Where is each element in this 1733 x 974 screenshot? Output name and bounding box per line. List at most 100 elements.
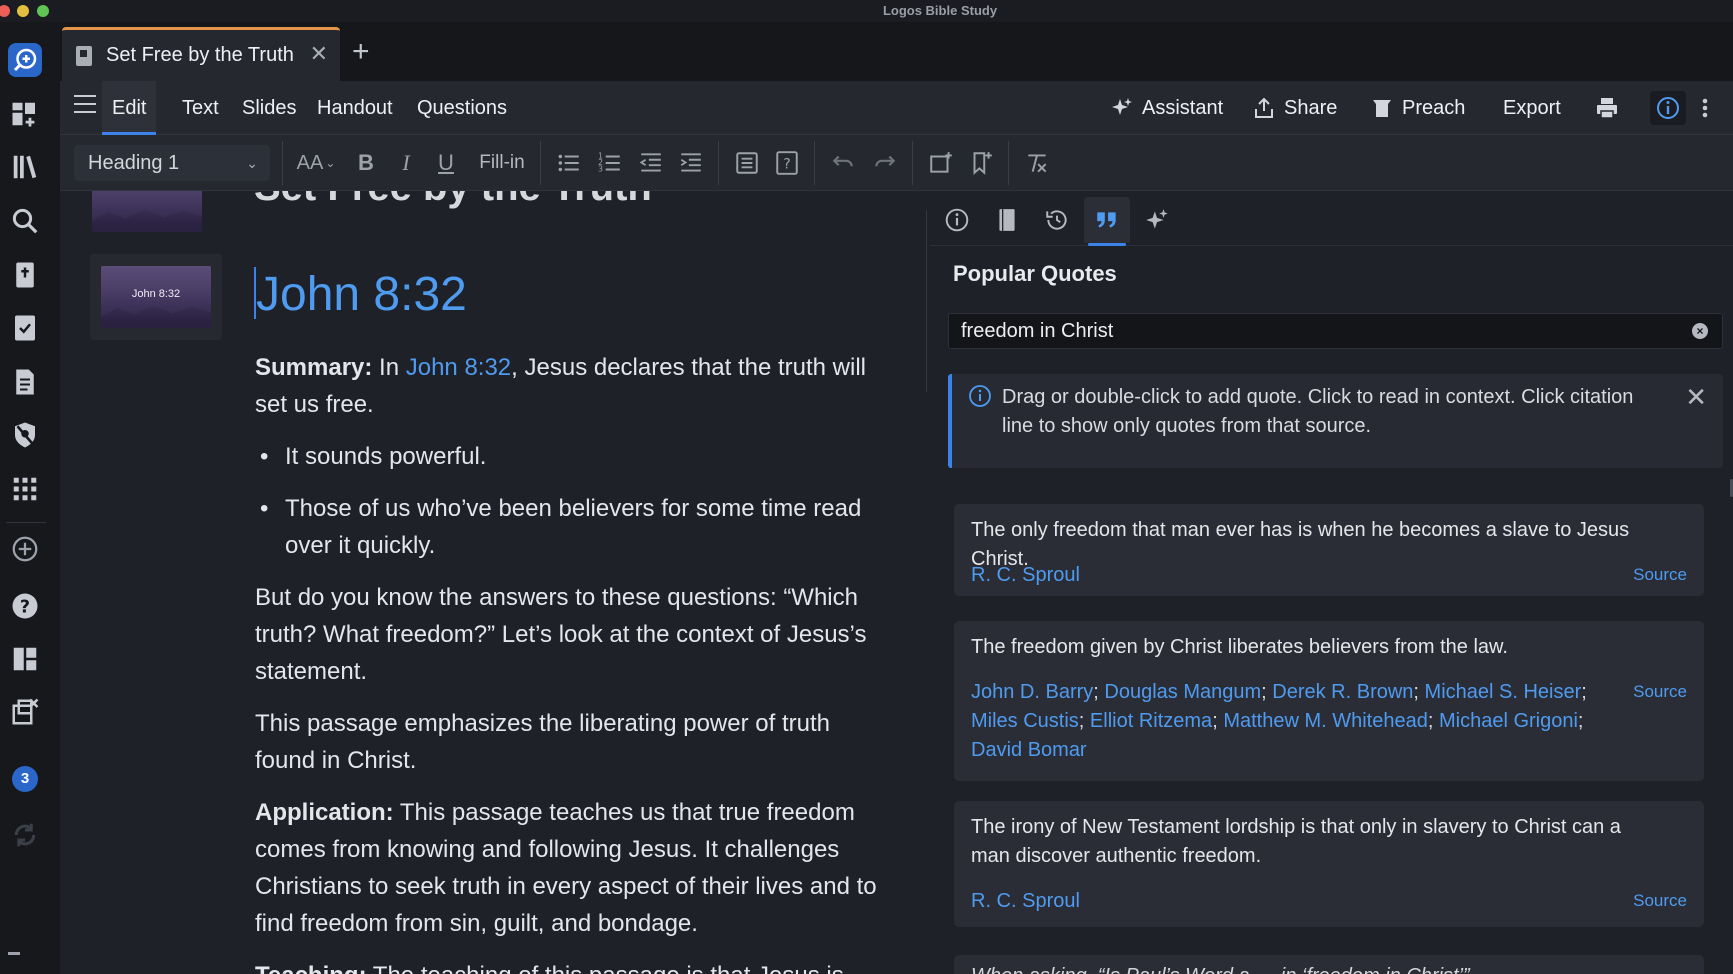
author-link[interactable]: Elliot Ritzema (1090, 710, 1212, 732)
export-label: Export (1503, 96, 1561, 119)
menu-text[interactable]: Text (182, 81, 219, 135)
quote-card[interactable]: The irony of New Testament lordship is t… (954, 801, 1704, 927)
source-link[interactable]: Source (1633, 565, 1687, 585)
rail-sync-button[interactable] (8, 818, 42, 852)
rail-close-panels-button[interactable] (8, 695, 42, 729)
new-tab-button[interactable]: + (352, 37, 370, 67)
assistant-button[interactable]: Assistant (1110, 81, 1223, 135)
author-link[interactable]: R. C. Sproul (971, 890, 1080, 912)
insert-slide-button[interactable] (926, 148, 956, 178)
source-link[interactable]: Source (1633, 891, 1687, 911)
more-options-button[interactable] (1700, 81, 1710, 135)
redo-icon (875, 155, 896, 167)
slide-thumbnail-title[interactable] (92, 191, 202, 232)
outdent-button[interactable] (636, 148, 666, 178)
author-link[interactable]: Derek R. Brown (1272, 681, 1413, 703)
italic-button[interactable]: I (392, 148, 420, 178)
undo-button[interactable] (828, 148, 858, 178)
rail-hide-button[interactable] (8, 418, 42, 452)
tab-assistant[interactable] (1134, 197, 1180, 243)
author-link[interactable]: Michael Grigoni (1439, 710, 1578, 732)
numbered-list-icon: 123 (598, 152, 620, 174)
author-link[interactable]: Douglas Mangum (1104, 681, 1261, 703)
clear-search-icon[interactable]: × (1692, 323, 1708, 339)
rail-layouts-button[interactable] (8, 642, 42, 676)
body-paragraph: This passage emphasizes the liberating p… (255, 710, 830, 774)
tab-set-free-by-the-truth[interactable]: Set Free by the Truth ✕ (62, 27, 340, 81)
numbered-list-button[interactable]: 123 (595, 148, 625, 178)
bold-icon: B (358, 150, 374, 175)
list-item: It sounds powerful. (255, 438, 895, 475)
underline-button[interactable]: U (432, 148, 460, 178)
quote-authors: R. C. Sproul (971, 887, 1571, 916)
panel-splitter[interactable] (926, 210, 927, 392)
add-bookmark-button[interactable] (966, 148, 996, 178)
question-box-icon: ? (776, 151, 798, 175)
author-link[interactable]: R. C. Sproul (971, 564, 1080, 586)
redo-button[interactable] (870, 148, 900, 178)
source-link[interactable]: Source (1633, 682, 1687, 702)
print-button[interactable] (1595, 81, 1627, 135)
menu-questions[interactable]: Questions (417, 81, 507, 135)
tab-popular-quotes[interactable] (1084, 197, 1130, 246)
scripture-link[interactable]: John 8:32 (406, 354, 511, 381)
tab-history[interactable] (1034, 197, 1080, 243)
menu-edit[interactable]: Edit (102, 81, 157, 135)
author-link[interactable]: Matthew M. Whitehead (1223, 710, 1428, 732)
fill-in-button[interactable]: Fill-in (474, 148, 530, 178)
rail-search-plus-button[interactable] (8, 43, 42, 77)
rail-bible-button[interactable] (8, 258, 42, 292)
rail-help-button[interactable]: ? (8, 589, 42, 623)
print-icon (1597, 98, 1617, 119)
rail-library-button[interactable] (8, 150, 42, 184)
paragraph-style-select[interactable]: Heading 1 ⌄ (74, 145, 270, 181)
rail-apps-button[interactable] (8, 472, 42, 506)
menu-handout[interactable]: Handout (317, 81, 393, 135)
author-link[interactable]: Michael S. Heiser (1425, 681, 1582, 703)
export-button[interactable]: Export (1503, 81, 1561, 135)
preach-button[interactable]: Preach (1370, 81, 1465, 135)
body-paragraph: But do you know the answers to these que… (255, 584, 867, 685)
rail-documents-button[interactable] (8, 365, 42, 399)
tab-info[interactable] (934, 197, 980, 243)
svg-text:3: 3 (598, 165, 603, 174)
quote-text[interactable]: The freedom given by Christ liberates be… (971, 633, 1661, 662)
share-button[interactable]: Share (1252, 81, 1337, 135)
author-link[interactable]: John D. Barry (971, 681, 1093, 703)
question-block-button[interactable]: ? (772, 148, 802, 178)
block-style-button[interactable] (732, 148, 762, 178)
quote-card[interactable]: When asking, “Is Paul’s Word a … in ‘fre… (954, 955, 1704, 974)
quote-text[interactable]: When asking, “Is Paul’s Word a … in ‘fre… (971, 965, 1470, 974)
close-tab-button[interactable]: ✕ (310, 41, 328, 67)
author-link[interactable]: David Bomar (971, 739, 1087, 761)
heading-scripture-reference[interactable]: John 8:32 (256, 267, 467, 322)
bullet-list-button[interactable] (554, 148, 584, 178)
search-icon (12, 208, 38, 234)
rail-notifications-badge[interactable]: 3 (8, 762, 42, 796)
indent-button[interactable] (676, 148, 706, 178)
right-panel: Popular Quotes freedom in Christ × Drag … (930, 191, 1733, 974)
quote-search-input[interactable]: freedom in Christ × (948, 313, 1723, 349)
menu-bar: Edit Text Slides Handout Questions Assis… (60, 81, 1733, 135)
tab-resources[interactable] (984, 197, 1030, 243)
rail-checklist-button[interactable] (8, 311, 42, 345)
toolbar-divider (540, 141, 541, 185)
quote-card[interactable]: The only freedom that man ever has is wh… (954, 504, 1704, 596)
dismiss-notice-button[interactable]: ✕ (1685, 384, 1707, 410)
quote-card[interactable]: The freedom given by Christ liberates be… (954, 621, 1704, 781)
bold-button[interactable]: B (352, 148, 380, 178)
info-panel-toggle[interactable] (1650, 91, 1686, 125)
clear-formatting-button[interactable] (1022, 148, 1052, 178)
rail-add-button[interactable] (8, 532, 42, 566)
sparkle-icon (1146, 209, 1168, 229)
author-link[interactable]: Miles Custis (971, 710, 1079, 732)
summary-pre: In (372, 354, 406, 381)
hamburger-menu-icon[interactable] (74, 95, 96, 115)
font-size-button[interactable]: AA ⌄ (294, 148, 338, 178)
quote-text[interactable]: The irony of New Testament lordship is t… (971, 813, 1661, 871)
sermon-editor[interactable]: Set Free by the Truth John 8:32 John 8:3… (60, 191, 930, 974)
menu-slides[interactable]: Slides (242, 81, 296, 135)
slide-thumbnail-john-8-32[interactable]: John 8:32 (101, 266, 211, 328)
rail-dashboard-button[interactable] (8, 97, 42, 131)
rail-search-button[interactable] (8, 204, 42, 238)
